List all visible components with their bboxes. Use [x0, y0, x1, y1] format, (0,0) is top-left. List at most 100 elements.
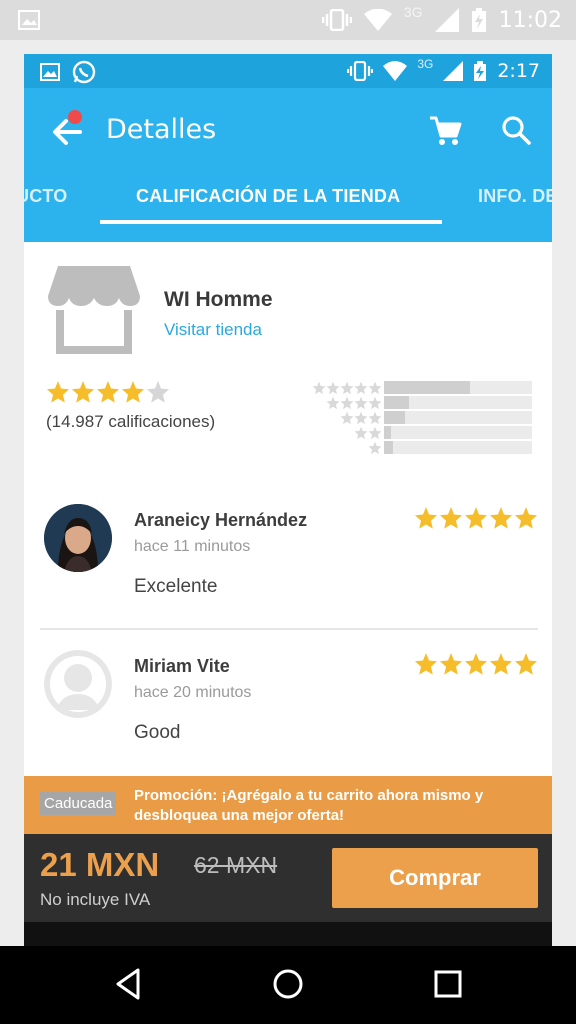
store-icon	[48, 266, 140, 354]
distribution-bar	[384, 381, 532, 394]
star-small-icon	[340, 411, 354, 424]
star-small-icon	[354, 396, 368, 409]
review-text: Excelente	[134, 576, 218, 597]
distribution-bar	[384, 426, 532, 439]
star-small-icon	[340, 396, 354, 409]
device-nav-bar	[0, 946, 576, 1024]
star-small-icon	[368, 441, 382, 454]
star-filled-icon	[72, 381, 94, 403]
original-price: 62 MXN	[194, 852, 278, 878]
store-name: WI Homme	[164, 288, 273, 311]
signal-icon	[434, 8, 459, 32]
divider	[40, 628, 538, 630]
tab-bar: UCTO CALIFICACIÓN DE LA TIENDA INFO. DE	[24, 174, 552, 242]
star-filled-icon	[490, 507, 512, 529]
distribution-bar-fill	[384, 441, 393, 454]
cart-icon[interactable]	[428, 114, 462, 148]
current-price: 21 MXN	[40, 846, 160, 883]
distribution-bar-fill	[384, 426, 392, 439]
star-small-icon	[354, 381, 368, 394]
distribution-bar	[384, 396, 532, 409]
wifi-icon	[383, 61, 408, 81]
star-small-icon	[354, 411, 368, 424]
app-clock: 2:17	[497, 60, 540, 82]
tab-indicator	[100, 220, 442, 224]
search-icon[interactable]	[500, 114, 532, 146]
star-filled-icon	[47, 381, 69, 403]
star-filled-icon	[440, 653, 462, 675]
promo-text: Promoción: ¡Agrégalo a tu carrito ahora …	[134, 787, 484, 824]
battery-charging-icon	[471, 8, 486, 32]
star-filled-icon	[465, 653, 487, 675]
store-rating-stars	[46, 380, 170, 404]
star-small-icon	[368, 426, 382, 439]
reviewer-name: Araneicy Hernández	[134, 510, 308, 530]
expired-badge: Caducada	[40, 792, 117, 815]
image-icon	[18, 10, 40, 30]
tax-note: No incluye IVA	[40, 890, 151, 909]
distribution-row	[310, 380, 532, 395]
rating-count: (14.987 calificaciones)	[46, 412, 216, 431]
wifi-icon	[363, 9, 392, 31]
review-item: Miriam Vite hace 20 minutos Good	[24, 650, 552, 760]
star-small-icon	[354, 426, 368, 439]
star-filled-icon	[415, 653, 437, 675]
distribution-row	[310, 410, 532, 425]
avatar	[44, 504, 112, 572]
star-small-icon	[368, 411, 382, 424]
app-nav-bar	[24, 922, 552, 946]
star-small-icon	[312, 381, 326, 394]
distribution-bar-fill	[384, 396, 410, 409]
distribution-row	[310, 425, 532, 440]
distribution-bar	[384, 411, 532, 424]
review-stars	[414, 506, 538, 530]
image-icon	[40, 63, 60, 81]
tab-info[interactable]: INFO. DE	[478, 186, 552, 207]
review-stars	[414, 652, 538, 676]
back-nav-icon[interactable]	[108, 964, 148, 1004]
star-filled-icon	[440, 507, 462, 529]
network-type: 3G	[403, 4, 423, 20]
buy-bar: 21 MXN 62 MXN No incluye IVA Comprar	[24, 834, 552, 922]
star-small-icon	[326, 381, 340, 394]
network-type: 3G	[417, 57, 434, 71]
star-small-icon	[326, 396, 340, 409]
star-filled-icon	[490, 653, 512, 675]
star-small-icon	[340, 381, 354, 394]
star-filled-icon	[465, 507, 487, 529]
visit-store-link[interactable]: Visitar tienda	[164, 320, 262, 340]
star-small-icon	[368, 396, 382, 409]
battery-charging-icon	[474, 61, 487, 81]
distribution-row	[310, 395, 532, 410]
promo-banner: Caducada Promoción: ¡Agrégalo a tu carri…	[24, 776, 552, 842]
star-filled-icon	[515, 507, 537, 529]
reviewer-name: Miriam Vite	[134, 656, 230, 676]
app-bar: Detalles	[24, 88, 552, 174]
whatsapp-icon	[72, 60, 96, 84]
review-time: hace 11 minutos	[134, 538, 251, 555]
page-title: Detalles	[106, 114, 217, 145]
star-filled-icon	[97, 381, 119, 403]
app-status-bar: 3G 2:17	[24, 54, 552, 88]
device-clock: 11:02	[498, 7, 562, 33]
notification-dot	[68, 110, 82, 124]
vibrate-icon	[321, 9, 352, 31]
home-nav-icon[interactable]	[268, 964, 308, 1004]
distribution-bar-fill	[384, 411, 405, 424]
review-text: Good	[134, 722, 181, 743]
tab-product[interactable]: UCTO	[24, 186, 67, 207]
app-screen: 3G 2:17 Detalles UC	[24, 54, 552, 946]
device-status-bar: 3G 11:02	[0, 0, 576, 40]
tab-store-rating[interactable]: CALIFICACIÓN DE LA TIENDA	[136, 186, 400, 207]
star-filled-icon	[122, 381, 144, 403]
recents-nav-icon[interactable]	[428, 964, 468, 1004]
distribution-row	[310, 440, 532, 455]
review-time: hace 20 minutos	[134, 684, 252, 701]
star-filled-icon	[515, 653, 537, 675]
buy-button[interactable]: Comprar	[332, 848, 538, 908]
vibrate-icon	[347, 61, 374, 81]
rating-distribution	[310, 380, 532, 455]
star-small-icon	[368, 381, 382, 394]
avatar	[44, 650, 112, 718]
review-item: Araneicy Hernández hace 11 minutos Excel…	[24, 504, 552, 624]
